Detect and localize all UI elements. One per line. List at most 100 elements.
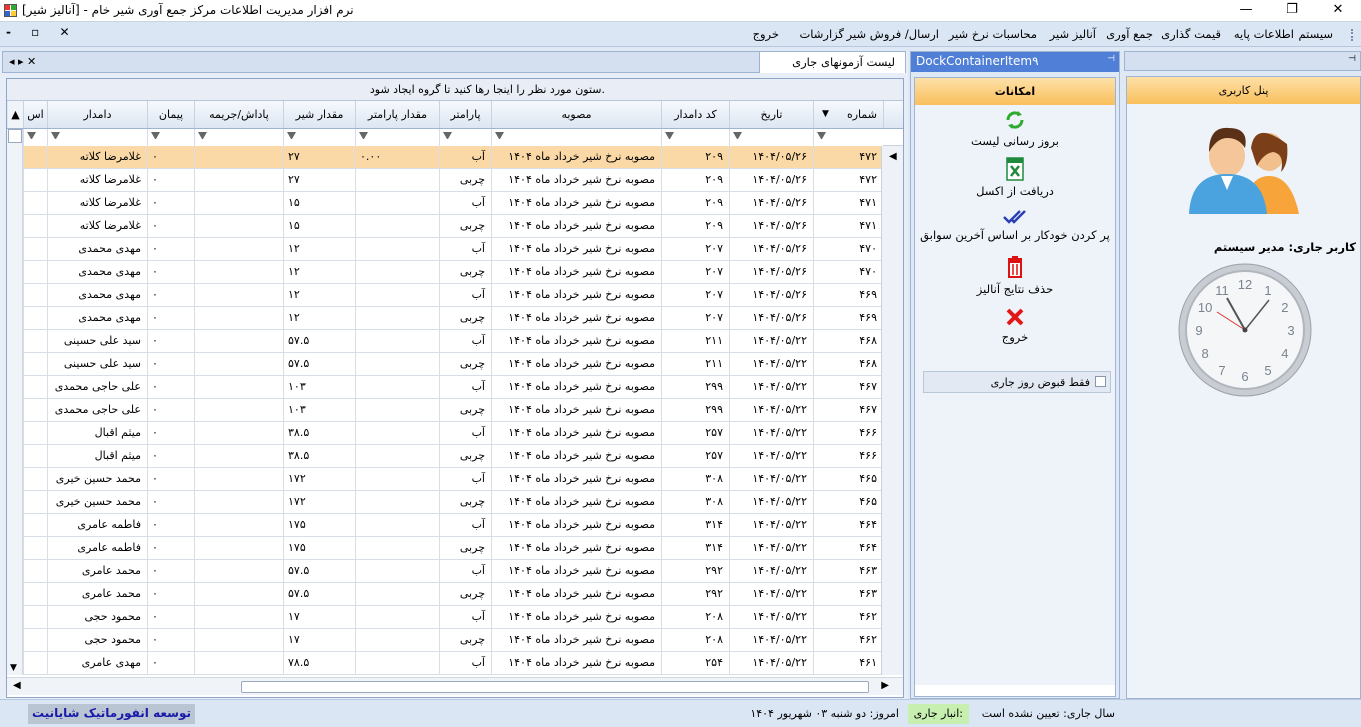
row-param-value[interactable]	[355, 560, 439, 583]
row-date[interactable]: ۱۴۰۴/۰۵/۲۲	[729, 491, 813, 514]
filter-icon[interactable]	[733, 132, 742, 141]
row-reward[interactable]	[194, 606, 283, 629]
dock-pin-icon[interactable]: ⊣	[1107, 54, 1115, 64]
row-date[interactable]: ۱۴۰۴/۰۵/۲۲	[729, 652, 813, 675]
row-number[interactable]: ۴۶۳	[813, 560, 881, 583]
row-milk-amount[interactable]: ۲۷	[283, 169, 355, 192]
row-contract[interactable]: ۰	[147, 353, 194, 376]
row-reward[interactable]	[194, 537, 283, 560]
row-param-value[interactable]	[355, 606, 439, 629]
table-row[interactable]: ۴۶۹ ۱۴۰۴/۰۵/۲۶ ۲۰۷ مصوبه نرخ شیر خرداد ماه …	[23, 284, 881, 307]
row-contract[interactable]: ۰	[147, 491, 194, 514]
row-farmer-code[interactable]: ۲۰۷	[661, 284, 729, 307]
row-resolution[interactable]: مصوبه نرخ شیر خرداد ماه ۱۴۰۴	[491, 491, 661, 514]
row-farmer-code[interactable]: ۲۰۹	[661, 215, 729, 238]
row-es[interactable]	[23, 284, 47, 307]
filter-icon[interactable]	[51, 132, 60, 141]
row-resolution[interactable]: مصوبه نرخ شیر خرداد ماه ۱۴۰۴	[491, 560, 661, 583]
row-param-value[interactable]: ۰.۰۰	[355, 146, 439, 169]
row-farmer[interactable]: محمد عامری	[47, 560, 147, 583]
row-milk-amount[interactable]: ۱۲	[283, 238, 355, 261]
row-es[interactable]	[23, 514, 47, 537]
row-date[interactable]: ۱۴۰۴/۰۵/۲۲	[729, 560, 813, 583]
row-number[interactable]: ۴۷۲	[813, 146, 881, 169]
row-farmer[interactable]: غلامرضا کلاته	[47, 169, 147, 192]
table-row[interactable]: ۴۶۷ ۱۴۰۴/۰۵/۲۲ ۲۹۹ مصوبه نرخ شیر خرداد ماه …	[23, 399, 881, 422]
filter-cell[interactable]	[147, 129, 194, 146]
row-number[interactable]: ۴۶۱	[813, 652, 881, 675]
row-contract[interactable]: ۰	[147, 629, 194, 652]
row-reward[interactable]	[194, 169, 283, 192]
row-resolution[interactable]: مصوبه نرخ شیر خرداد ماه ۱۴۰۴	[491, 169, 661, 192]
row-parameter[interactable]: چربی	[439, 307, 491, 330]
delete-results-button[interactable]: حذف نتایج آنالیز	[915, 255, 1115, 296]
row-parameter[interactable]: چربی	[439, 169, 491, 192]
row-farmer[interactable]: غلامرضا کلاته	[47, 146, 147, 169]
row-parameter[interactable]: آب	[439, 468, 491, 491]
user-panel-pin-icon[interactable]: ⊣	[1348, 54, 1356, 64]
row-date[interactable]: ۱۴۰۴/۰۵/۲۶	[729, 238, 813, 261]
row-param-value[interactable]	[355, 376, 439, 399]
row-number[interactable]: ۴۷۰	[813, 261, 881, 284]
row-param-value[interactable]	[355, 192, 439, 215]
row-param-value[interactable]	[355, 169, 439, 192]
row-date[interactable]: ۱۴۰۴/۰۵/۲۶	[729, 146, 813, 169]
maximize-button[interactable]: ❐	[1269, 0, 1315, 22]
table-row[interactable]: ۴۷۲ ۱۴۰۴/۰۵/۲۶ ۲۰۹ مصوبه نرخ شیر خرداد ماه …	[23, 146, 881, 169]
row-parameter[interactable]: چربی	[439, 261, 491, 284]
filter-cell[interactable]	[729, 129, 813, 146]
filter-icon[interactable]	[198, 132, 207, 141]
row-param-value[interactable]	[355, 238, 439, 261]
filter-icon[interactable]	[287, 132, 296, 141]
row-farmer-code[interactable]: ۳۱۴	[661, 514, 729, 537]
row-farmer[interactable]: محمد حسین خیری	[47, 468, 147, 491]
row-farmer[interactable]: فاطمه عامری	[47, 537, 147, 560]
filter-cell[interactable]	[661, 129, 729, 146]
row-number[interactable]: ۴۶۸	[813, 330, 881, 353]
row-farmer[interactable]: فاطمه عامری	[47, 514, 147, 537]
row-param-value[interactable]	[355, 353, 439, 376]
row-number[interactable]: ۴۷۲	[813, 169, 881, 192]
row-milk-amount[interactable]: ۱۰۳	[283, 399, 355, 422]
table-row[interactable]: ۴۶۴ ۱۴۰۴/۰۵/۲۲ ۳۱۴ مصوبه نرخ شیر خرداد ماه …	[23, 537, 881, 560]
row-milk-amount[interactable]: ۱۷	[283, 629, 355, 652]
filter-cell[interactable]	[355, 129, 439, 146]
row-date[interactable]: ۱۴۰۴/۰۵/۲۲	[729, 468, 813, 491]
row-resolution[interactable]: مصوبه نرخ شیر خرداد ماه ۱۴۰۴	[491, 422, 661, 445]
row-farmer[interactable]: غلامرضا کلاته	[47, 192, 147, 215]
row-parameter[interactable]: چربی	[439, 537, 491, 560]
row-contract[interactable]: ۰	[147, 537, 194, 560]
menu-system[interactable]: سیستم	[1299, 27, 1334, 41]
row-reward[interactable]	[194, 376, 283, 399]
row-farmer[interactable]: محمود حجی	[47, 629, 147, 652]
row-number[interactable]: ۴۶۲	[813, 629, 881, 652]
row-param-value[interactable]	[355, 468, 439, 491]
mdi-controls[interactable]: - ▫ ✕	[6, 25, 78, 39]
vertical-scroll-thumb[interactable]	[8, 129, 22, 143]
row-resolution[interactable]: مصوبه نرخ شیر خرداد ماه ۱۴۰۴	[491, 606, 661, 629]
table-row[interactable]: ۴۷۲ ۱۴۰۴/۰۵/۲۶ ۲۰۹ مصوبه نرخ شیر خرداد ماه …	[23, 169, 881, 192]
menu-collection[interactable]: جمع آوری	[1106, 27, 1153, 41]
header-col-milk-amount[interactable]: مقدار شیر	[283, 101, 355, 128]
row-resolution[interactable]: مصوبه نرخ شیر خرداد ماه ۱۴۰۴	[491, 468, 661, 491]
header-col-contract[interactable]: پیمان	[147, 101, 194, 128]
row-es[interactable]	[23, 629, 47, 652]
row-parameter[interactable]: چربی	[439, 399, 491, 422]
row-farmer[interactable]: علی حاجی محمدی	[47, 399, 147, 422]
table-row[interactable]: ۴۷۱ ۱۴۰۴/۰۵/۲۶ ۲۰۹ مصوبه نرخ شیر خرداد ماه …	[23, 215, 881, 238]
row-farmer[interactable]: مهدی محمدی	[47, 307, 147, 330]
refresh-list-button[interactable]: بروز رسانی لیست	[915, 109, 1115, 148]
row-parameter[interactable]: چربی	[439, 353, 491, 376]
row-milk-amount[interactable]: ۵۷.۵	[283, 583, 355, 606]
row-es[interactable]	[23, 146, 47, 169]
row-resolution[interactable]: مصوبه نرخ شیر خرداد ماه ۱۴۰۴	[491, 284, 661, 307]
row-contract[interactable]: ۰	[147, 169, 194, 192]
row-parameter[interactable]: آب	[439, 652, 491, 675]
row-contract[interactable]: ۰	[147, 468, 194, 491]
row-date[interactable]: ۱۴۰۴/۰۵/۲۶	[729, 307, 813, 330]
row-parameter[interactable]: آب	[439, 514, 491, 537]
row-contract[interactable]: ۰	[147, 376, 194, 399]
row-farmer[interactable]: مهدی محمدی	[47, 261, 147, 284]
scroll-right-icon[interactable]: ▶	[881, 680, 889, 691]
row-farmer[interactable]: علی حاجی محمدی	[47, 376, 147, 399]
